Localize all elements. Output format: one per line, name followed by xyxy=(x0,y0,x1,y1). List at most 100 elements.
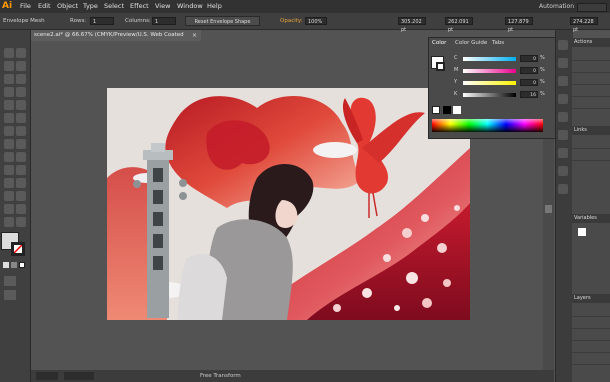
rotate-tool-icon[interactable] xyxy=(4,126,14,136)
color-stroke-proxy[interactable] xyxy=(436,62,445,71)
magic-wand-tool-icon[interactable] xyxy=(4,61,14,71)
none-mode-icon[interactable] xyxy=(19,262,25,268)
free-transform-tool-icon[interactable] xyxy=(16,139,26,149)
symbol-sprayer-tool-icon[interactable] xyxy=(4,191,14,201)
opacity-label[interactable]: Opacity: xyxy=(280,13,303,29)
color-mode-icon[interactable] xyxy=(3,262,9,268)
blend-tool-icon[interactable] xyxy=(16,178,26,188)
document-tab[interactable]: scene2.ai* @ 66.67% (CMYK/Preview/U.S. W… xyxy=(31,30,201,49)
mesh-tool-icon[interactable] xyxy=(4,165,14,175)
menu-select[interactable]: Select xyxy=(104,0,124,13)
gradient-mode-icon[interactable] xyxy=(11,262,17,268)
tab-tabs[interactable]: Tabs xyxy=(492,38,504,48)
zoom-level-field[interactable] xyxy=(36,372,58,380)
artboard[interactable] xyxy=(107,88,470,320)
color-panel-icon[interactable] xyxy=(558,40,568,50)
shape-builder-tool-icon[interactable] xyxy=(4,152,14,162)
stroke-swatch[interactable] xyxy=(11,242,25,256)
swatches-panel-icon[interactable] xyxy=(558,58,568,68)
scale-tool-icon[interactable] xyxy=(16,126,26,136)
black-color-swatch[interactable] xyxy=(443,106,451,114)
slice-tool-icon[interactable] xyxy=(16,204,26,214)
rectangle-tool-icon[interactable] xyxy=(16,87,26,97)
scrollbar-thumb[interactable] xyxy=(545,205,552,213)
artboard-navigator[interactable] xyxy=(64,372,94,380)
search-field[interactable] xyxy=(577,3,607,12)
menu-view[interactable]: View xyxy=(155,0,170,13)
perspective-grid-tool-icon[interactable] xyxy=(16,152,26,162)
yellow-slider[interactable] xyxy=(463,81,516,85)
reset-envelope-shape-button[interactable]: Reset Envelope Shape xyxy=(185,16,260,26)
menu-window[interactable]: Window xyxy=(177,0,203,13)
height-input[interactable]: 274.228 pt xyxy=(570,17,598,33)
rows-input[interactable]: 1 xyxy=(90,17,114,25)
menu-file[interactable]: File xyxy=(20,0,31,13)
width-input[interactable]: 127.879 pt xyxy=(505,17,533,33)
tab-color-guide[interactable]: Color Guide xyxy=(455,38,487,48)
none-color-swatch[interactable] xyxy=(432,106,440,114)
magenta-value-input[interactable]: 0 xyxy=(520,67,538,74)
workspace-switcher[interactable]: Automation xyxy=(539,0,574,13)
menu-edit[interactable]: Edit xyxy=(38,0,51,13)
direct-selection-tool-icon[interactable] xyxy=(16,48,26,58)
pen-tool-icon[interactable] xyxy=(4,74,14,84)
close-document-icon[interactable]: × xyxy=(192,32,199,39)
screen-mode-icon[interactable] xyxy=(4,290,16,300)
magenta-slider[interactable] xyxy=(463,69,516,73)
menu-effect[interactable]: Effect xyxy=(130,0,149,13)
actions-list-item[interactable] xyxy=(572,62,610,73)
layer-row[interactable] xyxy=(572,354,610,365)
layer-row[interactable] xyxy=(572,342,610,353)
layer-row[interactable] xyxy=(572,318,610,329)
artboard-tool-icon[interactable] xyxy=(4,204,14,214)
pencil-tool-icon[interactable] xyxy=(16,100,26,110)
opacity-input[interactable]: 100% xyxy=(305,17,327,25)
actions-list-item[interactable] xyxy=(572,86,610,97)
white-color-swatch[interactable] xyxy=(453,106,461,114)
stroke-panel-icon[interactable] xyxy=(558,112,568,122)
draw-mode-icon[interactable] xyxy=(4,276,16,286)
line-tool-icon[interactable] xyxy=(4,87,14,97)
tab-layers[interactable]: Layers xyxy=(572,294,610,303)
tab-actions[interactable]: Actions xyxy=(572,38,610,47)
tab-variables[interactable]: Variables xyxy=(572,214,610,223)
graphic-styles-panel-icon[interactable] xyxy=(558,184,568,194)
lasso-tool-icon[interactable] xyxy=(16,61,26,71)
type-tool-icon[interactable] xyxy=(16,74,26,84)
appearance-panel-icon[interactable] xyxy=(558,166,568,176)
cyan-slider[interactable] xyxy=(463,57,516,61)
tab-color[interactable]: Color xyxy=(432,38,446,48)
links-list-item[interactable] xyxy=(572,150,610,161)
paintbrush-tool-icon[interactable] xyxy=(4,100,14,110)
actions-list-item[interactable] xyxy=(572,50,610,61)
columns-input[interactable]: 1 xyxy=(152,17,176,25)
x-coordinate-input[interactable]: 305.202 pt xyxy=(398,17,426,33)
width-tool-icon[interactable] xyxy=(4,139,14,149)
selection-tool-icon[interactable] xyxy=(4,48,14,58)
layer-row[interactable] xyxy=(572,330,610,341)
y-coordinate-input[interactable]: 262.091 pt xyxy=(445,17,473,33)
actions-list-item[interactable] xyxy=(572,98,610,109)
cyan-value-input[interactable]: 0 xyxy=(520,55,538,62)
layer-row[interactable] xyxy=(572,306,610,317)
links-list-item[interactable] xyxy=(572,138,610,149)
zoom-tool-icon[interactable] xyxy=(16,217,26,227)
brushes-panel-icon[interactable] xyxy=(558,76,568,86)
black-slider[interactable] xyxy=(463,93,516,97)
blob-brush-tool-icon[interactable] xyxy=(4,113,14,123)
column-graph-tool-icon[interactable] xyxy=(16,191,26,201)
gradient-panel-icon[interactable] xyxy=(558,130,568,140)
menu-help[interactable]: Help xyxy=(207,0,222,13)
black-value-input[interactable]: 16 xyxy=(520,91,538,98)
tab-links[interactable]: Links xyxy=(572,126,610,135)
menu-type[interactable]: Type xyxy=(83,0,98,13)
yellow-value-input[interactable]: 0 xyxy=(520,79,538,86)
transparency-panel-icon[interactable] xyxy=(558,148,568,158)
menu-object[interactable]: Object xyxy=(57,0,78,13)
gradient-tool-icon[interactable] xyxy=(16,165,26,175)
eraser-tool-icon[interactable] xyxy=(16,113,26,123)
eyedropper-tool-icon[interactable] xyxy=(4,178,14,188)
hand-tool-icon[interactable] xyxy=(4,217,14,227)
symbols-panel-icon[interactable] xyxy=(558,94,568,104)
actions-list-item[interactable] xyxy=(572,74,610,85)
